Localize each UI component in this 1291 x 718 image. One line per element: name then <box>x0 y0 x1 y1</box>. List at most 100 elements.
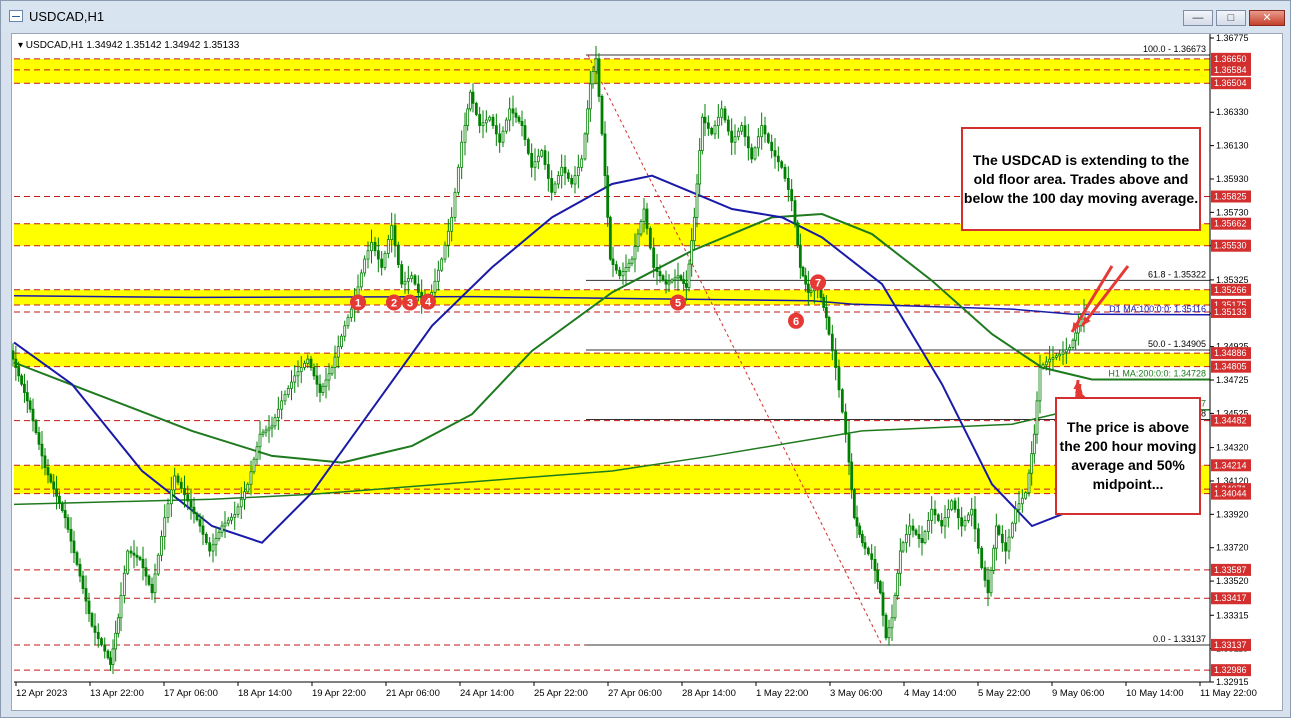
candle-body <box>156 554 160 575</box>
y-tick-label: 1.35730 <box>1216 207 1249 217</box>
ma-label: D1 MA:100:0:0: 1.35116 <box>1109 304 1206 314</box>
candle-body <box>743 125 747 138</box>
candle-body <box>901 542 905 552</box>
candle-body <box>163 517 167 537</box>
candle-body <box>917 533 921 539</box>
candle-body <box>463 125 467 143</box>
candle-body <box>606 175 610 218</box>
candle-body <box>126 550 130 574</box>
chart-app-icon <box>9 10 23 22</box>
minimize-button[interactable]: — <box>1183 10 1213 26</box>
candle-body <box>49 474 53 483</box>
candle-body <box>943 517 947 527</box>
candle-body <box>396 244 400 266</box>
candle-body <box>239 498 243 508</box>
candle-body <box>1010 522 1014 538</box>
candle-body <box>786 178 790 190</box>
candle-body <box>63 510 67 519</box>
x-tick-label: 17 Apr 06:00 <box>164 688 218 699</box>
candle-body <box>276 408 280 418</box>
level-label: 1.35825 <box>1214 191 1247 201</box>
candle-body <box>608 216 612 260</box>
y-tick-label: 1.33920 <box>1216 509 1249 519</box>
candle-body <box>309 358 313 368</box>
y-tick-label: 1.36775 <box>1216 34 1249 43</box>
candle-body <box>723 108 727 121</box>
candle-body <box>540 150 544 157</box>
candle-body <box>100 638 103 646</box>
candle-body <box>321 385 325 393</box>
candle-body <box>658 271 662 277</box>
x-tick-label: 9 May 06:00 <box>1052 688 1104 699</box>
candle-body <box>436 269 440 282</box>
candle-body <box>114 632 118 650</box>
candle-body <box>847 433 851 463</box>
candle-body <box>474 102 478 115</box>
candle-body <box>1054 355 1058 358</box>
title-bar[interactable]: USDCAD,H1 — □ ✕ <box>1 1 1290 31</box>
candle-body <box>661 275 665 281</box>
candle-body <box>37 432 41 445</box>
candle-body <box>710 127 714 135</box>
candle-body <box>881 592 885 616</box>
candle-body <box>494 125 498 135</box>
x-tick-label: 5 May 22:00 <box>978 688 1030 699</box>
candle-body <box>23 383 26 393</box>
candle-body <box>673 277 677 281</box>
candle-body <box>236 506 240 515</box>
candle-body <box>560 166 564 177</box>
candle-body <box>93 625 97 633</box>
candle-body <box>1004 542 1008 552</box>
candle-body <box>594 58 598 72</box>
level-label: 1.35662 <box>1214 219 1247 229</box>
candle-body <box>591 70 595 85</box>
marker-label: 6 <box>793 316 799 328</box>
candle-body <box>621 271 625 277</box>
candle-body <box>796 222 800 246</box>
candle-body <box>1051 357 1055 360</box>
level-label: 1.36584 <box>1214 65 1247 75</box>
candle-body <box>393 225 397 246</box>
candle-body <box>52 481 56 490</box>
candle-body <box>78 563 82 577</box>
level-label: 1.36504 <box>1214 78 1247 88</box>
fib-label: 61.8 - 1.35322 <box>1148 269 1206 279</box>
candle-body <box>716 116 720 126</box>
candle-body <box>926 520 930 532</box>
candle-body <box>440 258 444 271</box>
y-tick-label: 1.35325 <box>1216 275 1249 285</box>
candle-body <box>994 525 998 549</box>
candle-body <box>312 367 316 377</box>
restore-button[interactable]: □ <box>1216 10 1246 26</box>
candle-body <box>933 508 937 516</box>
candle-body <box>87 600 91 614</box>
candle-body <box>630 258 634 264</box>
candle-body <box>166 503 170 519</box>
candle-body <box>43 455 47 469</box>
candle-body <box>403 280 407 285</box>
candle-body <box>96 631 100 640</box>
candle-body <box>243 491 246 500</box>
candle-body <box>336 346 340 358</box>
candle-body <box>1000 533 1004 544</box>
candle-body <box>433 280 437 293</box>
y-tick-label: 1.33720 <box>1216 543 1249 553</box>
candle-body <box>255 446 259 460</box>
candle-body <box>1058 353 1062 357</box>
window-title: USDCAD,H1 <box>29 9 105 24</box>
candle-body <box>122 572 126 596</box>
fib-label: 0.0 - 1.33137 <box>1153 634 1206 644</box>
candle-body <box>141 558 145 569</box>
candle-body <box>870 553 874 560</box>
level-label: 1.35530 <box>1214 241 1247 251</box>
y-tick-label: 1.34320 <box>1216 443 1249 453</box>
close-button[interactable]: ✕ <box>1249 10 1285 26</box>
candle-body <box>25 392 29 402</box>
candle-body <box>81 575 85 589</box>
level-label: 1.35133 <box>1214 307 1247 317</box>
candle-body <box>176 475 180 483</box>
fib-label: 100.0 - 1.36673 <box>1143 44 1206 54</box>
x-tick-label: 18 Apr 14:00 <box>238 688 292 699</box>
candle-body <box>536 155 540 163</box>
h1-ma200-line <box>13 213 1210 464</box>
